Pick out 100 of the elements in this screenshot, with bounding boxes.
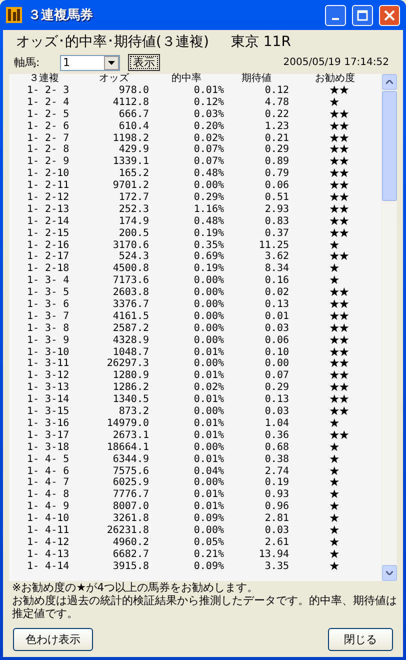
rating-stars: ★ (329, 513, 339, 525)
table-cell-text: 26231.8 (106, 524, 149, 537)
table-cell-text: 3261.8 (112, 513, 149, 525)
table-cell-text: 0.16 (264, 275, 289, 288)
table-cell-text: 11.25 (258, 240, 289, 252)
rating-stars: ★★ (329, 144, 349, 156)
table-cell-text: 0.00% (192, 322, 224, 335)
table-cell-text: 165.2 (118, 168, 149, 180)
table-cell-text: 0.00% (192, 334, 224, 347)
rating-stars: ★★ (329, 287, 349, 300)
rating-stars: ★★ (329, 430, 349, 442)
minimize-button[interactable] (325, 4, 346, 26)
table-cell-text: 0.38 (264, 454, 289, 466)
table-cell-text: 1- 2-12 (26, 192, 70, 204)
table-cell-text: 0.09% (192, 513, 224, 525)
table-cell-text: 0.03 (264, 322, 289, 335)
table-cell-text: 1- 2-18 (26, 263, 70, 276)
table-cell-text: 1- 3-17 (26, 430, 70, 442)
table-cell-text: 0.29 (264, 144, 289, 156)
table-cell-text: 0.36 (264, 430, 289, 442)
table-cell-text: 1- 3-12 (26, 370, 70, 382)
table-cell-text: 0.01% (192, 501, 224, 514)
table-cell-text: 0.48% (192, 168, 224, 180)
table-cell-text: 0.19 (264, 477, 289, 490)
scroll-up-button[interactable] (382, 74, 397, 90)
table-cell-text: 1- 4-10 (26, 513, 70, 525)
table-cell-text: 4960.2 (112, 536, 149, 549)
table-cell-text: 1.04 (264, 418, 289, 430)
table-cell-text: 1- 4- 7 (26, 477, 70, 490)
horse-select[interactable]: 1 (60, 54, 120, 70)
rating-stars: ★ (329, 466, 339, 478)
table-cell-text: 7575.6 (112, 466, 149, 478)
table-cell-text: 429.9 (118, 144, 149, 156)
table-cell-text: 1- 2-16 (26, 240, 70, 252)
table-cell-text: 0.01% (192, 430, 224, 442)
table-cell-text: 1- 3- 8 (26, 322, 70, 335)
table-cell-text: 4500.8 (112, 263, 149, 276)
rating-stars: ★ (329, 477, 339, 490)
table-cell-text: 0.96 (264, 501, 289, 514)
table-cell-text: 0.03 (264, 524, 289, 537)
table-cell-text: 1- 2- 9 (26, 156, 70, 168)
table-cell-text: 18664.1 (106, 442, 149, 454)
table-cell-text: 1339.1 (112, 156, 149, 168)
table-cell-text: 0.13 (264, 394, 289, 406)
table-cell-text: 0.83 (264, 216, 289, 228)
table-cell-text: 0.29 (264, 382, 289, 394)
table-cell-text: 1280.9 (112, 370, 149, 382)
table-cell-text: 9701.2 (112, 180, 149, 192)
table-cell-text: 0.00% (192, 358, 224, 370)
table-cell-text: 0.13 (264, 299, 289, 311)
table-cell-text: 2.81 (264, 513, 289, 525)
table-cell-text: 2.93 (264, 204, 289, 216)
table-cell-text: 1.16% (192, 204, 224, 216)
rating-stars: ★★ (329, 251, 349, 264)
maximize-icon (357, 10, 368, 20)
table-cell-text: 1- 2- 4 (26, 96, 70, 109)
table-cell-text: 0.00 (264, 358, 289, 370)
table-cell-text: 0.01% (192, 346, 224, 358)
table-cell-text: 0.20% (192, 120, 224, 133)
table-cell-text: 8.34 (264, 263, 289, 276)
table-cell-text: 0.79 (264, 168, 289, 180)
table-cell-text: 1- 3-16 (26, 418, 70, 430)
table-cell-text: 1- 2- 6 (26, 120, 70, 133)
rating-stars: ★ (329, 275, 339, 288)
table-cell-text: 0.10 (264, 346, 289, 358)
show-button[interactable]: 表示 (128, 54, 160, 71)
table-cell-text: 3.62 (264, 251, 289, 264)
table-cell-text: 200.5 (118, 228, 149, 240)
rating-stars: ★★ (329, 85, 349, 97)
close-button[interactable] (379, 4, 400, 26)
table-cell-text: 0.07% (192, 156, 224, 168)
rating-stars: ★★ (329, 180, 349, 192)
rating-stars: ★★ (329, 322, 349, 335)
table-cell-text: 1340.5 (112, 394, 149, 406)
table-cell-text: 0.37 (264, 228, 289, 240)
table-cell-text: 1- 4- 8 (26, 489, 70, 502)
table-cell-text: 0.21% (192, 548, 224, 561)
column-header: オッズ (98, 74, 130, 85)
timestamp: 2005/05/19 17:14:52 (283, 57, 390, 68)
rating-stars: ★ (329, 560, 339, 573)
scrollbar-thumb[interactable] (382, 91, 397, 201)
maximize-button[interactable] (352, 4, 373, 26)
color-view-button[interactable]: 色わけ表示 (13, 628, 93, 651)
rating-stars: ★ (329, 536, 339, 549)
table-cell-text: 1- 2-17 (26, 251, 70, 264)
column-header: お勧め度 (314, 74, 356, 85)
table-cell-text: 0.00% (192, 299, 224, 311)
rating-stars: ★★ (329, 120, 349, 133)
table-cell-text: 1- 3- 6 (26, 299, 70, 311)
table-cell-text: 0.01% (192, 85, 224, 97)
table-cell-text: 1- 2- 8 (26, 144, 70, 156)
table-cell-text: 1- 2-10 (26, 168, 70, 180)
table-cell-text: 2603.8 (112, 287, 149, 300)
scroll-down-button[interactable] (382, 565, 397, 581)
close-dialog-button[interactable]: 閉じる (328, 628, 393, 651)
table-cell-text: 0.09% (192, 560, 224, 573)
table-cell-text: 1- 2-11 (26, 180, 70, 192)
table-cell-text: 4161.5 (112, 310, 149, 323)
table-cell-text: 1- 4-12 (26, 536, 70, 549)
table-cell-text: 26297.3 (106, 358, 149, 370)
